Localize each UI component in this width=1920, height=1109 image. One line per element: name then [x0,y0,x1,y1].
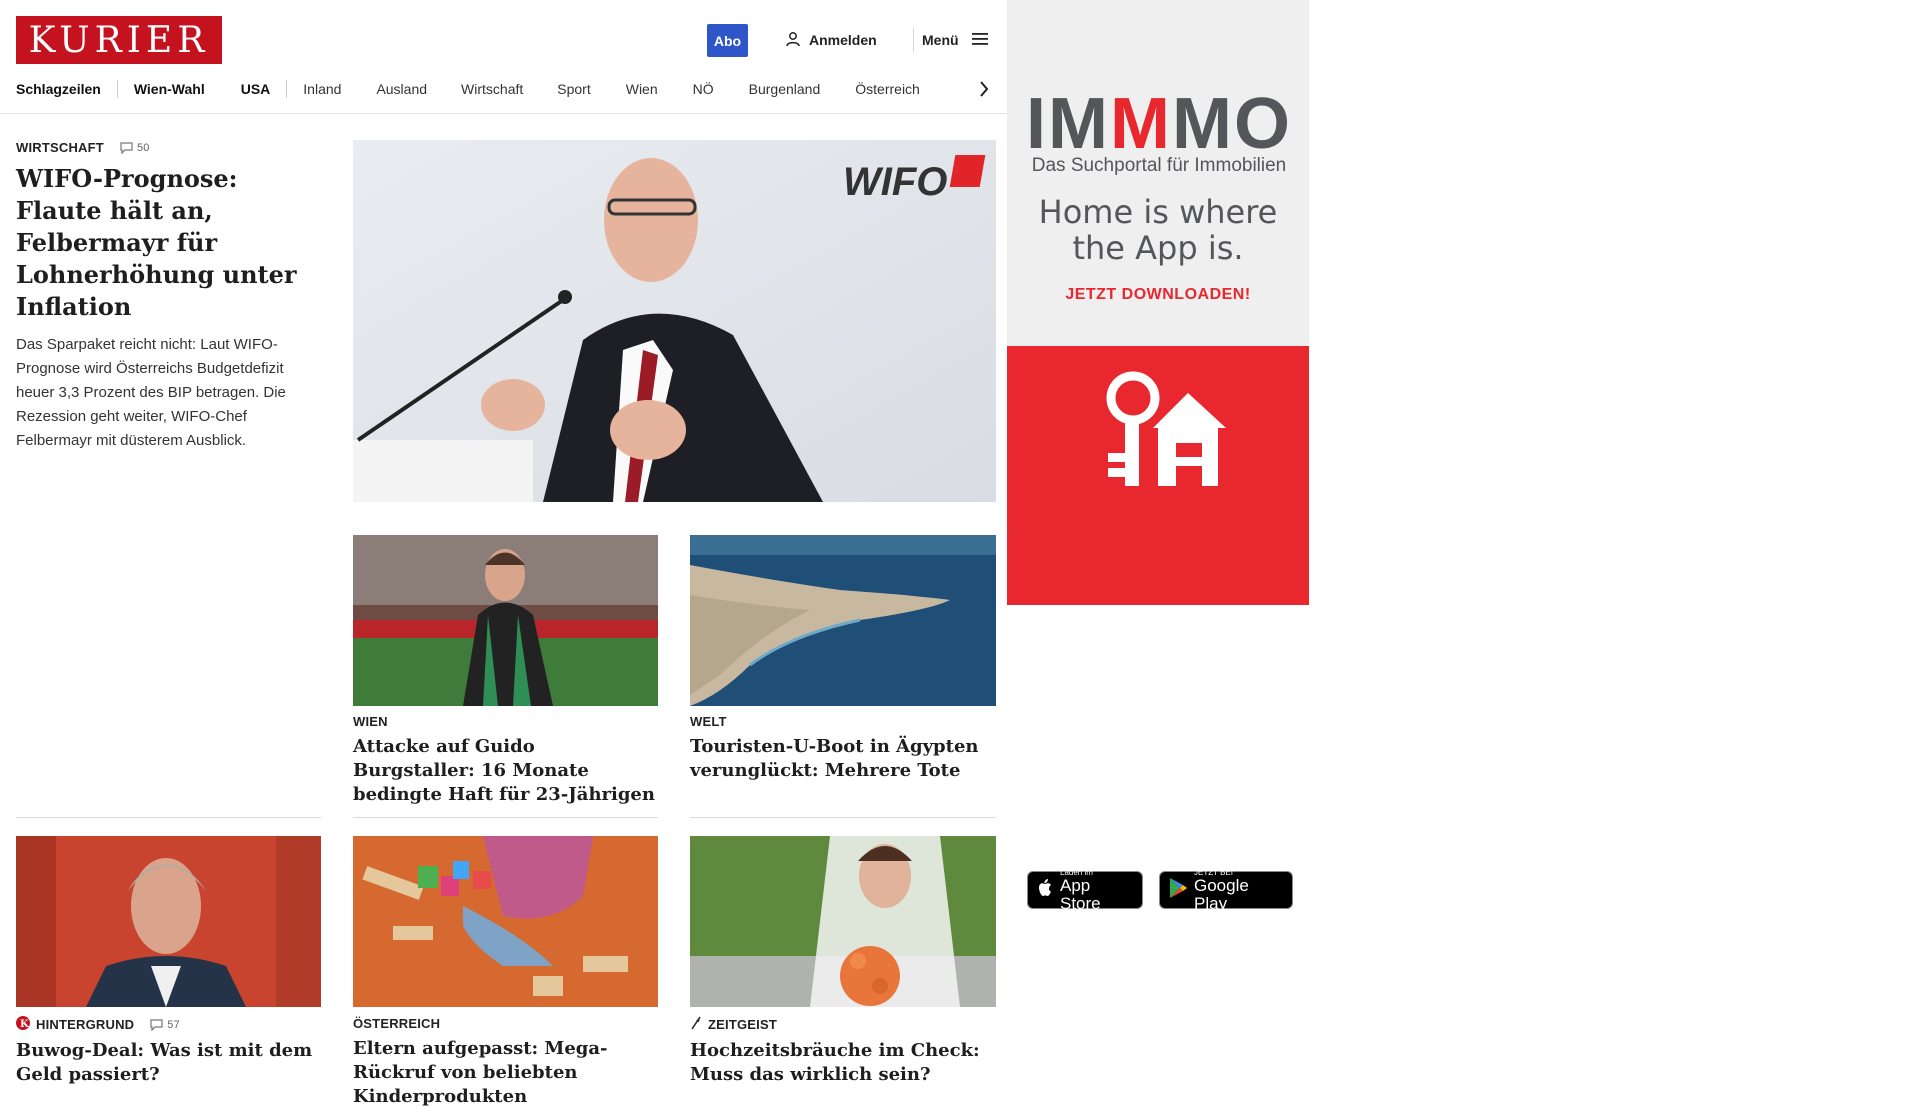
nav-underline [0,113,1007,114]
lead-comments: 50 [136,141,150,154]
article-comment-count[interactable]: 57 [150,1019,180,1031]
ad-slogan: Home is where the App is. [1038,193,1278,267]
nav-item-oesterreich[interactable]: Österreich [855,81,920,97]
page: KURIER Abo Anmelden Menü Schlagzeilen Wi… [0,0,1920,1107]
lead-image[interactable]: WIFO [353,140,996,502]
article-category[interactable]: HINTERGRUND [36,1017,134,1032]
menu-label: Menü [922,32,959,48]
article-hochzeit: ZEITGEIST Hochzeitsbräuche im Check: Mus… [690,1016,996,1087]
article-headline[interactable]: Eltern aufgepasst: Mega-Rückruf von beli… [353,1037,658,1109]
article-headline[interactable]: Attacke auf Guido Burgstaller: 16 Monate… [353,735,658,807]
nav-item-ausland[interactable]: Ausland [376,81,427,97]
user-icon [785,31,801,50]
nav-item-noe[interactable]: NÖ [693,81,714,97]
immmo-logo-part: IM [1026,84,1110,164]
house-key-icon [1093,368,1228,498]
svg-text:K: K [20,1019,29,1030]
divider [353,817,658,818]
immmo-ad[interactable]: IMMMO Das Suchportal für Immobilien Home… [1007,0,1309,912]
article-category[interactable]: ZEITGEIST [708,1017,777,1032]
nav-item-schlagzeilen[interactable]: Schlagzeilen [16,81,101,97]
divider [16,817,321,818]
article-u-boot: WELT Touristen-U-Boot in Ägypten verungl… [690,714,996,783]
article-image-buwog[interactable] [16,836,321,1007]
app-store-label: App Store [1060,875,1101,913]
google-play-icon [1168,877,1188,904]
article-buwog: K HINTERGRUND 57 Buwog-Deal: Was ist mit… [16,1016,321,1087]
kurier-logo[interactable]: KURIER [16,16,222,64]
immmo-logo-part: MO [1171,84,1292,164]
kurier-site: KURIER Abo Anmelden Menü Schlagzeilen Wi… [0,0,1007,1107]
lead-image-text: WIFO [843,160,947,204]
menu-button[interactable]: Menü [922,28,989,52]
article-image-burgstaller[interactable] [353,535,658,706]
apple-icon [1036,878,1054,903]
article-kicker[interactable]: WIEN [353,714,658,729]
ad-subtitle: Das Suchportal für Immobilien [1031,155,1287,176]
nav-item-burgenland[interactable]: Burgenland [749,81,821,97]
ad-red-panel: Laden im App Store JETZT BEI Google Play [1007,346,1309,912]
lead-article: WIRTSCHAFT 50 WIFO-Prognose: Flaute hält… [16,140,321,453]
lead-comment-count[interactable]: 50 [120,142,150,154]
kurier-k-icon: K [16,1016,30,1033]
lead-teaser: Das Sparpaket reicht nicht: Laut WIFO-Pr… [16,336,286,449]
article-kicker: ZEITGEIST [690,1016,996,1033]
header-divider [913,28,914,52]
quill-icon [690,1016,702,1033]
app-store-badge[interactable]: Laden im App Store [1027,868,1143,912]
nav-item-wien-wahl[interactable]: Wien-Wahl [134,81,205,97]
nav-item-usa[interactable]: USA [241,81,271,97]
nav-scroll-right-chevron-icon[interactable] [974,76,994,102]
nav-item-wien[interactable]: Wien [626,81,658,97]
google-play-label: Google Play [1194,875,1249,913]
article-burgstaller: WIEN Attacke auf Guido Burgstaller: 16 M… [353,714,658,807]
article-kicker[interactable]: WELT [690,714,996,729]
nav-item-wirtschaft[interactable]: Wirtschaft [461,81,523,97]
abo-button[interactable]: Abo [707,24,748,57]
ad-download-link[interactable]: JETZT DOWNLOADEN! [1027,286,1289,304]
login-button[interactable]: Anmelden [785,28,877,52]
main-nav: Schlagzeilen Wien-Wahl USA Inland Auslan… [16,76,996,102]
nav-item-sport[interactable]: Sport [557,81,590,97]
nav-divider [116,80,118,98]
article-image-rueckruf[interactable] [353,836,658,1007]
article-kicker: K HINTERGRUND 57 [16,1016,321,1033]
article-image-u-boot[interactable] [690,535,996,706]
article-headline[interactable]: Touristen-U-Boot in Ägypten verunglückt:… [690,735,996,783]
article-comments: 57 [167,1018,180,1031]
divider [690,817,996,818]
lead-headline[interactable]: WIFO-Prognose: Flaute hält an, Felbermay… [16,163,321,323]
nav-divider [286,80,288,98]
comment-icon [120,141,133,154]
lead-kicker: WIRTSCHAFT 50 [16,140,321,155]
immmo-logo-accent: M [1110,84,1172,164]
article-rueckruf: ÖSTERREICH Eltern aufgepasst: Mega-Rückr… [353,1016,658,1109]
immmo-logo: IMMMO [1019,88,1299,160]
article-image-hochzeit[interactable] [690,836,996,1007]
article-kicker[interactable]: ÖSTERREICH [353,1016,658,1031]
comment-icon [150,1018,163,1031]
nav-item-inland[interactable]: Inland [303,81,341,97]
lead-category[interactable]: WIRTSCHAFT [16,140,104,155]
hamburger-icon [971,32,989,49]
login-label: Anmelden [809,32,877,48]
google-play-badge[interactable]: JETZT BEI Google Play [1159,868,1293,912]
